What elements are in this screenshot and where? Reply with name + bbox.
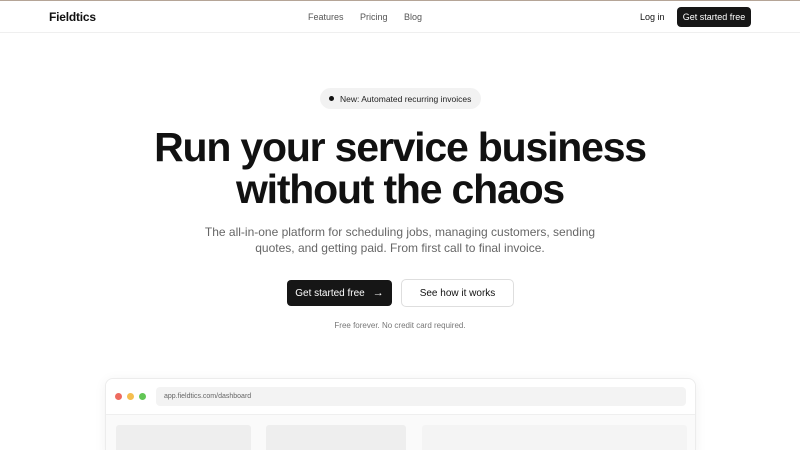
minimize-dot-icon xyxy=(127,393,134,400)
nav-get-started-button[interactable]: Get started free xyxy=(677,7,751,27)
brand-logo[interactable]: Fieldtics xyxy=(49,10,96,24)
nav-link-pricing[interactable]: Pricing xyxy=(360,12,404,22)
hero-headline: Run your service business without the ch… xyxy=(0,126,800,210)
headline-line-2: without the chaos xyxy=(235,166,565,212)
badge-text: New: Automated recurring invoices xyxy=(340,93,472,104)
free-forever-note: Free forever. No credit card required. xyxy=(334,321,466,330)
get-started-label: Get started free xyxy=(295,287,365,299)
maximize-dot-icon xyxy=(139,393,146,400)
login-link[interactable]: Log in xyxy=(640,12,665,22)
preview-main-panel xyxy=(422,425,687,450)
nav-link-features[interactable]: Features xyxy=(308,12,360,22)
badge-dot-icon xyxy=(329,96,334,101)
nav-links: Features Pricing Blog xyxy=(308,12,434,22)
hero-subtitle: The all-in-one platform for scheduling j… xyxy=(204,225,596,255)
browser-toolbar: app.fieldtics.com/dashboard xyxy=(106,379,695,415)
get-started-button[interactable]: Get started free → xyxy=(287,280,392,306)
arrow-right-icon: → xyxy=(372,287,384,299)
headline-line-1: Run your service business xyxy=(154,124,647,170)
preview-card-panel xyxy=(266,425,406,450)
dashboard-preview-window: app.fieldtics.com/dashboard xyxy=(105,378,696,450)
nav-link-blog[interactable]: Blog xyxy=(404,12,434,22)
address-bar: app.fieldtics.com/dashboard xyxy=(156,387,686,406)
close-dot-icon xyxy=(115,393,122,400)
top-navigation: Fieldtics Features Pricing Blog Log in G… xyxy=(0,1,800,33)
announcement-badge[interactable]: New: Automated recurring invoices xyxy=(320,88,481,109)
see-how-it-works-button[interactable]: See how it works xyxy=(401,279,514,307)
preview-sidebar-panel xyxy=(116,425,251,450)
